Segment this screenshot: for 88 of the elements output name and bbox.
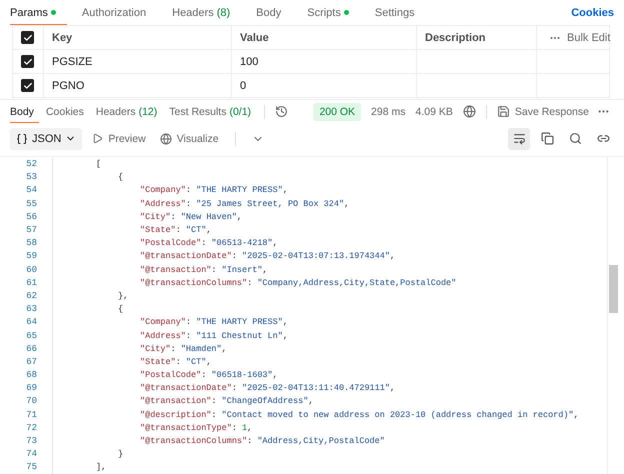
response-tab[interactable]: Body: [10, 100, 39, 124]
select-all-checkbox[interactable]: [21, 31, 34, 44]
column-header: Description: [425, 32, 486, 44]
column-header: Value: [240, 32, 269, 44]
code-line: [: [96, 159, 102, 170]
code-line: "PostalCode": "06518-1603",: [140, 370, 278, 380]
code-line: "@transactionDate": "2025-02-04T13:11:40.4729111",: [140, 383, 396, 394]
visualize-button[interactable]: Visualize: [156, 132, 223, 145]
line-number: 75: [25, 462, 37, 472]
row-checkbox[interactable]: [21, 79, 34, 92]
code-line: "@transaction": "Insert",: [140, 264, 268, 275]
param-value: 100: [240, 56, 258, 68]
line-number: 59: [25, 251, 37, 262]
code-line: "City": "Hamden",: [140, 344, 227, 354]
line-number: 71: [25, 410, 37, 420]
code-line: "Company": "THE HARTY PRESS",: [140, 317, 288, 328]
line-number: 65: [25, 330, 37, 341]
save-icon: [496, 105, 510, 118]
request-tab[interactable]: Settings: [364, 0, 426, 25]
request-tab[interactable]: Params: [10, 0, 67, 25]
line-number: 69: [25, 383, 37, 394]
response-time: 298 ms: [371, 106, 406, 118]
response-size: 4.09 KB: [415, 106, 453, 118]
line-number: 55: [25, 198, 37, 209]
param-value: 0: [240, 80, 246, 92]
preview-button[interactable]: Preview: [88, 132, 150, 145]
line-number: 58: [25, 238, 37, 248]
code-line: "@transactionColumns": "Address,City,PostalCode": [140, 436, 385, 446]
code-line: "Address": "111 Chestnut Ln",: [140, 330, 288, 341]
line-number: 72: [25, 422, 37, 433]
bulk-edit-button[interactable]: Bulk Edit: [545, 32, 610, 44]
code-line: "@transactionDate": "2025-02-04T13:07:13.1974344",: [140, 251, 396, 262]
code-line: ],: [96, 462, 106, 472]
history-icon[interactable]: [275, 105, 288, 118]
line-number: 56: [25, 212, 37, 222]
code-line: "@transactionType": 1,: [140, 422, 252, 433]
line-number: 68: [25, 370, 37, 380]
code-line: "@transactionColumns": "Company,Address,City,State,PostalCode": [140, 278, 456, 288]
save-response-button[interactable]: Save Response: [492, 105, 593, 118]
line-number: 53: [25, 172, 37, 182]
wrap-lines-button[interactable]: [508, 128, 530, 150]
play-icon: [92, 133, 104, 144]
line-number: 60: [25, 264, 37, 275]
line-number: 61: [25, 278, 37, 288]
line-number: 63: [25, 304, 37, 314]
line-number: 54: [25, 185, 37, 196]
code-line: {: [118, 304, 124, 314]
response-tab[interactable]: Headers (12): [90, 100, 162, 124]
response-tab[interactable]: Test Results (0/1): [164, 100, 256, 124]
globe-icon: [160, 132, 172, 145]
param-key: PGSIZE: [52, 56, 92, 68]
code-line: }: [118, 449, 124, 460]
request-tab[interactable]: Scripts: [296, 0, 360, 25]
braces-icon: [16, 132, 28, 145]
code-line: "City": "New Haven",: [140, 212, 242, 222]
request-tab[interactable]: Body: [245, 0, 292, 25]
line-number: 64: [25, 317, 37, 328]
response-tab[interactable]: Cookies: [40, 100, 89, 124]
format-dropdown[interactable]: JSON: [10, 128, 82, 150]
param-key: PGNO: [52, 80, 84, 92]
line-number: 66: [25, 344, 37, 354]
code-line: "State": "CT",: [140, 356, 212, 367]
line-number: 74: [25, 449, 37, 460]
line-number: 67: [25, 356, 37, 367]
code-line: {: [118, 172, 124, 182]
column-header: Key: [52, 32, 72, 44]
code-line: "State": "CT",: [140, 225, 212, 236]
line-number: 52: [25, 159, 37, 170]
row-checkbox[interactable]: [21, 55, 34, 68]
code-line: "Address": "25 James Street, PO Box 324",: [140, 198, 350, 209]
code-line: },: [118, 290, 128, 301]
cookies-link[interactable]: Cookies: [571, 6, 614, 18]
request-tab[interactable]: Headers (8): [161, 0, 242, 25]
copy-icon: [540, 132, 554, 146]
line-number: 73: [25, 436, 37, 446]
search-icon: [568, 132, 582, 146]
code-line: "@description": "Contact moved to new address on 2023-10 (address changed in record)",: [140, 410, 579, 420]
request-tab[interactable]: Authorization: [70, 0, 158, 25]
code-line: "PostalCode": "06513-4218",: [140, 238, 278, 248]
wrap-icon: [512, 132, 526, 146]
globe-icon[interactable]: [462, 105, 476, 118]
scrollbar[interactable]: [607, 156, 618, 474]
status-badge: 200 OK: [313, 102, 362, 121]
line-number: 70: [25, 396, 37, 406]
code-line: "Company": "THE HARTY PRESS",: [140, 185, 288, 196]
line-number: 62: [25, 290, 37, 301]
code-line: "@transaction": "ChangeOfAddress",: [140, 396, 314, 406]
line-number: 57: [25, 225, 37, 236]
